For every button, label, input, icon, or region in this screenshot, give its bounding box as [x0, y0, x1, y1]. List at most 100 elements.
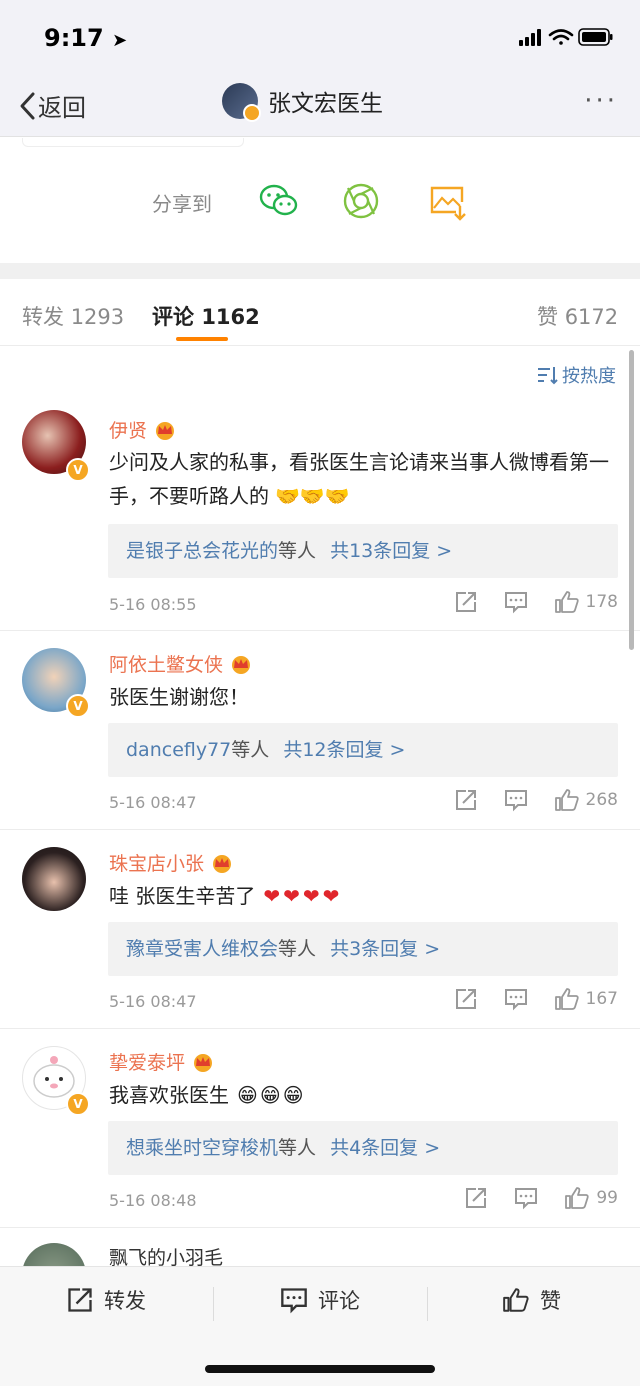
like-action-button[interactable]: 赞 — [502, 1285, 561, 1315]
comment-time: 5-16 08:48 — [109, 1191, 197, 1210]
comment-item: V 伊贤 少问及人家的私事，看张医生言论请来当事人微博看第一手，不要听路人的 🤝🤝… — [0, 392, 640, 631]
section-divider — [0, 263, 640, 279]
username-text: 挚爱泰坪 — [109, 1052, 186, 1074]
tab-comments-count: 1162 — [201, 305, 260, 329]
comment-body: 哇 张医生辛苦了 — [109, 884, 256, 908]
comment-item: 飘飞的小羽毛 — [0, 1227, 640, 1267]
comment-time: 5-16 08:55 — [109, 595, 197, 614]
tab-repost-count: 1293 — [70, 305, 125, 329]
comment-action-button[interactable]: 评论 — [280, 1285, 360, 1315]
reply-button[interactable] — [504, 788, 528, 812]
repost-action-button[interactable]: 转发 — [66, 1285, 146, 1315]
comment-username[interactable]: 飘飞的小羽毛 — [109, 1243, 223, 1267]
comment-username[interactable]: 珠宝店小张 — [109, 849, 234, 876]
comment-username[interactable]: 伊贤 — [109, 416, 177, 443]
reply-summary[interactable]: dancefly77等人 共12条回复 > — [108, 723, 618, 777]
verified-icon: V — [66, 458, 90, 482]
status-time: 9:17 ➤ — [44, 24, 128, 52]
reply-count[interactable]: 共13条回复 > — [330, 540, 452, 562]
like-count: 167 — [585, 989, 618, 1009]
sort-label: 按热度 — [562, 366, 616, 387]
tab-comments-label: 评论 — [152, 305, 194, 329]
verified-icon: V — [66, 694, 90, 718]
comment-icon — [504, 790, 527, 812]
comment-username[interactable]: 挚爱泰坪 — [109, 1048, 215, 1075]
reply-button[interactable] — [514, 1186, 538, 1210]
wechat-icon[interactable] — [258, 180, 300, 222]
like-button[interactable]: 178 — [554, 590, 618, 614]
repost-action-label: 转发 — [104, 1289, 146, 1313]
chevron-left-icon — [20, 92, 35, 119]
like-button[interactable]: 167 — [554, 987, 618, 1011]
like-count: 268 — [585, 790, 618, 810]
reply-summary[interactable]: 想乘坐时空穿梭机等人 共4条回复 > — [108, 1121, 618, 1175]
thumbs-up-icon — [565, 1187, 590, 1209]
sort-icon — [538, 367, 558, 385]
tab-repost[interactable]: 转发 1293 — [22, 301, 124, 331]
comment-icon — [281, 1288, 307, 1314]
tab-bar: 转发 1293 评论 1162 赞 6172 — [0, 279, 640, 346]
reply-count[interactable]: 共4条回复 > — [330, 1137, 440, 1159]
reply-button[interactable] — [504, 590, 528, 614]
username-text: 伊贤 — [109, 420, 148, 442]
like-count: 178 — [585, 592, 618, 612]
repost-button[interactable] — [454, 788, 478, 812]
repost-icon — [455, 989, 476, 1009]
tab-likes-count: 6172 — [564, 305, 619, 329]
comment-item: V 挚爱泰坪 我喜欢张医生 😁😁😁 想乘坐时空穿梭机等人 共4条回复 > 5-16… — [0, 1028, 640, 1228]
comment-username[interactable]: 阿依土鳖女侠 — [109, 650, 253, 677]
grin-emoji: 😁😁😁 — [237, 1083, 306, 1107]
divider — [22, 138, 244, 147]
repost-icon — [466, 1188, 487, 1208]
reply-summary[interactable]: 豫章受害人维权会等人 共3条回复 > — [108, 922, 618, 976]
avatar[interactable] — [22, 1243, 86, 1267]
like-button[interactable]: 99 — [564, 1186, 618, 1210]
page-title: 张文宏医生 — [268, 91, 383, 117]
comment-body: 张医生谢谢您！ — [109, 685, 249, 709]
battery-icon — [578, 28, 613, 46]
comment-action-label: 评论 — [318, 1289, 360, 1313]
verified-icon: V — [66, 1092, 90, 1116]
wifi-icon — [548, 29, 574, 45]
reply-summary[interactable]: 是银子总会花光的等人 共13条回复 > — [108, 524, 618, 578]
nav-bar: 返回 张文宏医生 ··· — [0, 78, 640, 137]
handshake-emoji: 🤝🤝🤝 — [275, 484, 350, 508]
crown-icon — [232, 655, 251, 674]
tab-likes[interactable]: 赞 6172 — [537, 301, 618, 331]
reply-count[interactable]: 共12条回复 > — [283, 739, 405, 761]
repost-button[interactable] — [464, 1186, 488, 1210]
repost-button[interactable] — [454, 987, 478, 1011]
crown-icon — [194, 1053, 213, 1072]
thumbs-up-icon — [503, 1288, 529, 1312]
comment-item: 珠宝店小张 哇 张医生辛苦了 ❤❤❤❤ 豫章受害人维权会等人 共3条回复 > 5-… — [0, 829, 640, 1029]
reply-user[interactable]: 想乘坐时空穿梭机 — [126, 1137, 278, 1159]
reply-button[interactable] — [504, 987, 528, 1011]
avatar[interactable] — [22, 847, 86, 911]
comment-actions: 268 — [428, 788, 618, 812]
reply-mid: 等人 — [278, 540, 317, 562]
home-indicator[interactable] — [205, 1365, 435, 1373]
reply-user[interactable]: dancefly77 — [126, 739, 231, 761]
divider — [213, 1287, 214, 1321]
reply-user[interactable]: 是银子总会花光的 — [126, 540, 278, 562]
comment-time: 5-16 08:47 — [109, 992, 197, 1011]
back-button[interactable]: 返回 — [18, 88, 86, 123]
heart-emoji: ❤❤❤❤ — [263, 884, 343, 908]
scrollbar[interactable] — [629, 350, 634, 650]
more-options-button[interactable]: ··· — [584, 86, 618, 116]
avatar[interactable] — [222, 83, 261, 122]
tab-repost-label: 转发 — [22, 305, 64, 329]
save-image-icon[interactable] — [426, 180, 468, 222]
reply-count[interactable]: 共3条回复 > — [330, 938, 440, 960]
repost-button[interactable] — [454, 590, 478, 614]
tab-comments[interactable]: 评论 1162 — [152, 301, 260, 331]
reply-user[interactable]: 豫章受害人维权会 — [126, 938, 278, 960]
like-button[interactable]: 268 — [554, 788, 618, 812]
repost-icon — [455, 790, 476, 810]
repost-icon — [455, 592, 476, 612]
comment-actions: 99 — [438, 1186, 618, 1210]
sort-button[interactable]: 按热度 — [536, 362, 616, 388]
moments-icon[interactable] — [340, 180, 382, 222]
nav-profile[interactable]: 张文宏医生 — [222, 83, 383, 122]
username-text: 珠宝店小张 — [109, 853, 205, 875]
